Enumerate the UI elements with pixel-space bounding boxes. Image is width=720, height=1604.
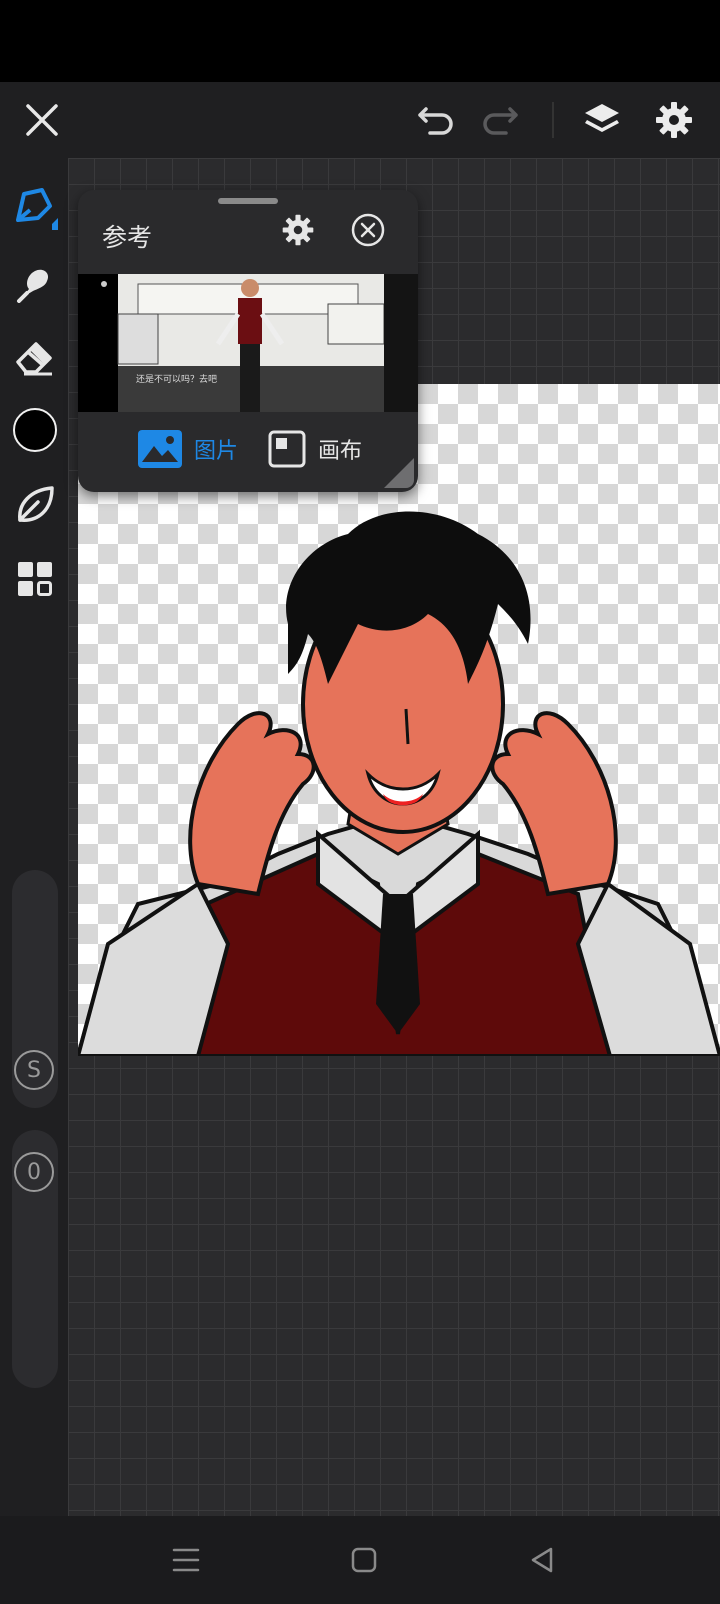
tab-image-label: 图片 bbox=[194, 439, 239, 464]
color-swatch[interactable] bbox=[13, 408, 57, 452]
grid-icon bbox=[18, 562, 52, 596]
top-toolbar bbox=[0, 82, 720, 158]
home-icon bbox=[351, 1547, 377, 1573]
opacity-value: 0 bbox=[27, 1159, 41, 1185]
leaf-icon bbox=[18, 486, 54, 522]
layers-button[interactable] bbox=[580, 98, 624, 142]
back-button[interactable] bbox=[522, 1540, 562, 1580]
eraser-tool[interactable] bbox=[10, 332, 60, 382]
reference-panel[interactable]: 参考 还是不可以吗？去吧 图片 画布 bbox=[78, 190, 418, 492]
left-toolbar: S 0 bbox=[0, 158, 68, 1516]
opacity-handle[interactable]: 0 bbox=[14, 1152, 54, 1192]
tab-canvas-label: 画布 bbox=[318, 439, 363, 464]
tab-canvas[interactable]: 画布 bbox=[268, 430, 362, 468]
status-bar bbox=[0, 0, 720, 82]
reference-settings-button[interactable] bbox=[278, 210, 318, 250]
pen-tool[interactable] bbox=[10, 182, 60, 232]
layers-icon bbox=[585, 104, 619, 132]
opacity-slider[interactable]: 0 bbox=[12, 1130, 58, 1388]
back-icon bbox=[531, 1547, 553, 1573]
smudge-icon bbox=[17, 269, 49, 303]
eraser-icon bbox=[16, 342, 52, 376]
reference-title: 参考 bbox=[102, 223, 153, 252]
tab-image[interactable]: 图片 bbox=[138, 430, 238, 468]
image-icon bbox=[138, 430, 182, 468]
close-button[interactable] bbox=[22, 100, 62, 140]
close-icon bbox=[26, 104, 58, 136]
pen-icon bbox=[16, 188, 58, 230]
settings-icon bbox=[656, 102, 692, 138]
undo-button[interactable] bbox=[414, 100, 458, 140]
redo-button[interactable] bbox=[478, 100, 522, 140]
reference-image: 还是不可以吗？去吧 bbox=[78, 274, 418, 412]
size-handle[interactable]: S bbox=[14, 1050, 54, 1090]
toolbar-divider bbox=[552, 102, 554, 138]
undo-icon bbox=[418, 107, 453, 135]
reference-close-button[interactable] bbox=[348, 210, 388, 250]
brush-size-slider[interactable]: S bbox=[12, 870, 58, 1108]
drag-handle[interactable] bbox=[218, 198, 278, 204]
resize-handle[interactable] bbox=[384, 458, 414, 488]
canvas-icon bbox=[268, 430, 306, 468]
reference-caption: 还是不可以吗？去吧 bbox=[136, 375, 218, 385]
menu-button[interactable] bbox=[166, 1540, 206, 1580]
close-circle-icon bbox=[351, 213, 385, 247]
brush-library-tool[interactable] bbox=[10, 480, 60, 530]
reference-tabs: 图片 画布 bbox=[78, 412, 418, 492]
settings-icon bbox=[282, 214, 314, 246]
system-navigation-bar bbox=[0, 1516, 720, 1604]
home-button[interactable] bbox=[344, 1540, 384, 1580]
settings-button[interactable] bbox=[652, 98, 696, 142]
menu-icon bbox=[172, 1548, 200, 1572]
redo-icon bbox=[483, 107, 518, 135]
size-label: S bbox=[27, 1057, 41, 1083]
smudge-tool[interactable] bbox=[10, 258, 60, 308]
gallery-tool[interactable] bbox=[10, 554, 60, 604]
